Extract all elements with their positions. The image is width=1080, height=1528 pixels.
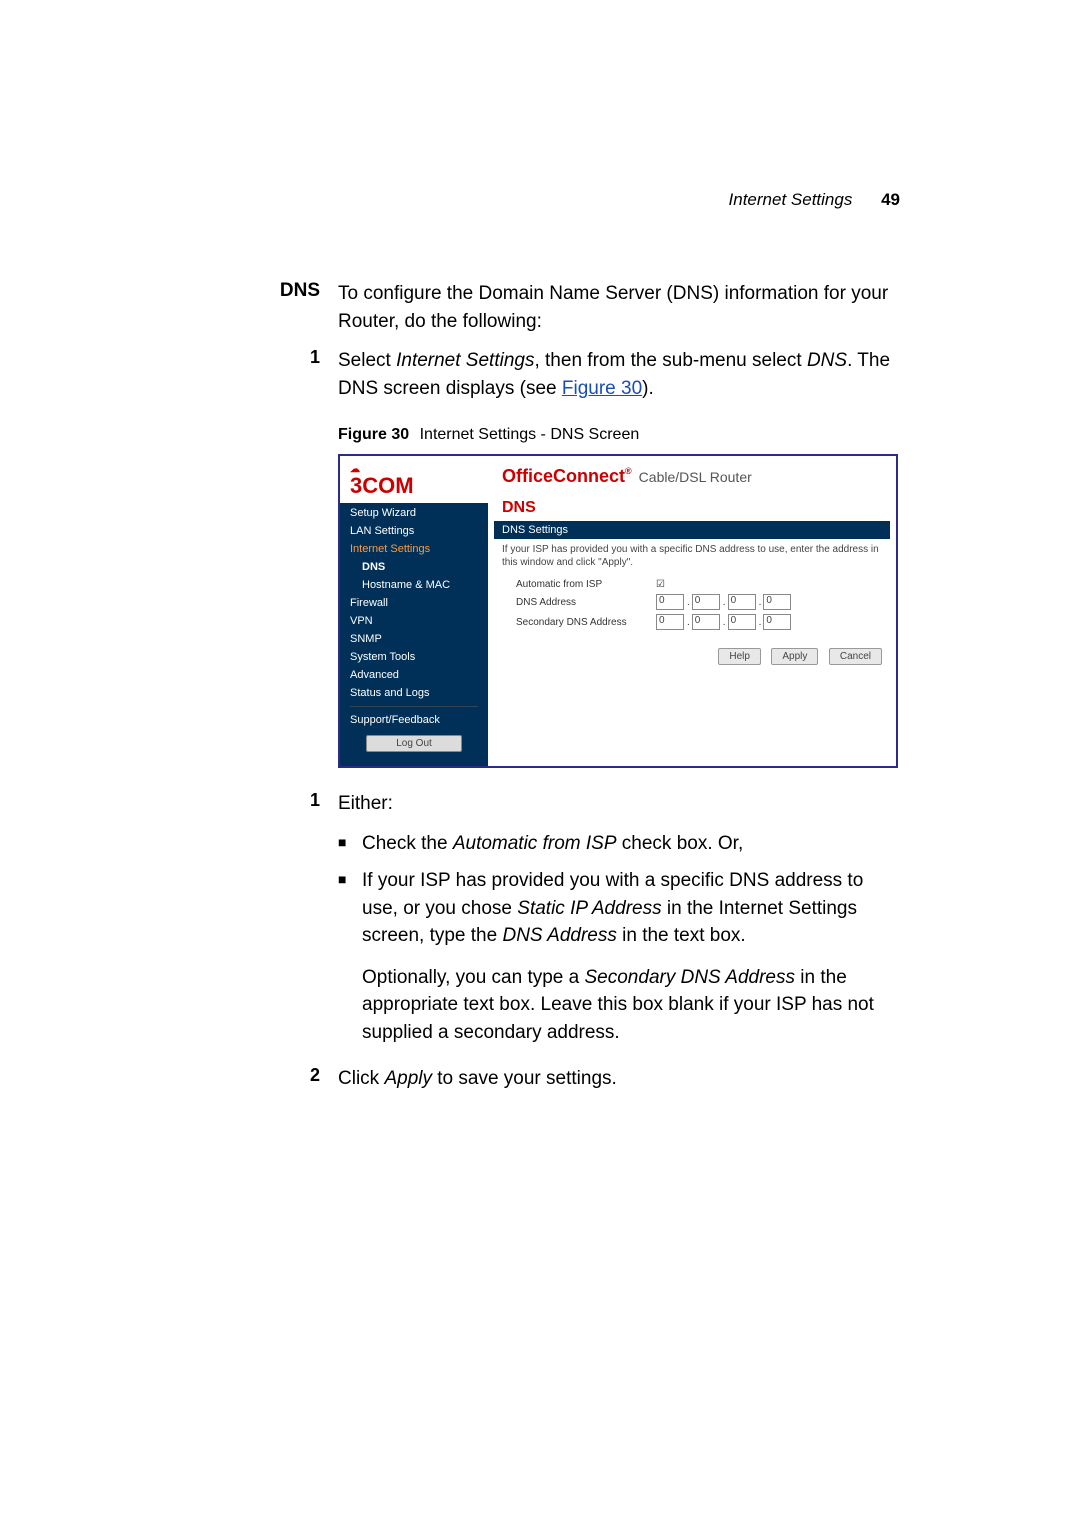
nav-firewall[interactable]: Firewall [340, 594, 488, 612]
dns-screenshot: ☁ 3COM Setup Wizard LAN Settings Interne… [338, 454, 898, 768]
nav-status-logs[interactable]: Status and Logs [340, 684, 488, 702]
dns-octet-1[interactable]: 0 [656, 594, 684, 610]
bullet-icon: ■ [338, 867, 362, 1046]
sdns-octet-2[interactable]: 0 [692, 614, 720, 630]
step-number-1: 1 [260, 347, 320, 402]
bullet-static-ip: If your ISP has provided you with a spec… [362, 867, 900, 1046]
intro-text: To configure the Domain Name Server (DNS… [320, 280, 900, 335]
step-2-text: Click Apply to save your settings. [320, 1065, 900, 1093]
nav-snmp[interactable]: SNMP [340, 630, 488, 648]
cancel-button[interactable]: Cancel [829, 648, 882, 665]
sidebar: ☁ 3COM Setup Wizard LAN Settings Interne… [340, 456, 488, 766]
label-dns-address: DNS Address [516, 597, 656, 608]
nav-system-tools[interactable]: System Tools [340, 648, 488, 666]
nav-setup-wizard[interactable]: Setup Wizard [340, 504, 488, 522]
label-auto-isp: Automatic from ISP [516, 579, 656, 590]
nav-divider [350, 706, 478, 707]
nav-advanced[interactable]: Advanced [340, 666, 488, 684]
section-label-dns: DNS [260, 280, 320, 335]
dns-description: If your ISP has provided you with a spec… [488, 543, 896, 577]
header-title: Internet Settings [729, 190, 853, 209]
nav-internet-settings[interactable]: Internet Settings [340, 540, 488, 558]
nav-support-feedback[interactable]: Support/Feedback [340, 711, 488, 729]
step-number-either: 1 [260, 790, 320, 818]
field-dns-address: DNS Address 0. 0. 0. 0 [488, 592, 896, 612]
header-page-number: 49 [881, 190, 900, 209]
nav-dns[interactable]: DNS [340, 558, 488, 576]
label-secondary-dns: Secondary DNS Address [516, 617, 656, 628]
step-number-2: 2 [260, 1065, 320, 1093]
page-heading-dns: DNS [488, 499, 896, 521]
page-header: Internet Settings 49 [260, 190, 900, 210]
either-text: Either: [320, 790, 900, 818]
sdns-octet-3[interactable]: 0 [728, 614, 756, 630]
nav-vpn[interactable]: VPN [340, 612, 488, 630]
nav-lan-settings[interactable]: LAN Settings [340, 522, 488, 540]
button-row: Help Apply Cancel [488, 632, 896, 675]
logo-3com: ☁ 3COM [340, 456, 488, 504]
nav-hostname-mac[interactable]: Hostname & MAC [340, 576, 488, 594]
main-panel: OfficeConnect® Cable/DSL Router DNS DNS … [488, 456, 896, 766]
step-1-text: Select Internet Settings, then from the … [320, 347, 900, 402]
sdns-octet-4[interactable]: 0 [763, 614, 791, 630]
dns-octet-2[interactable]: 0 [692, 594, 720, 610]
section-bar-dns-settings: DNS Settings [494, 521, 890, 539]
logout-button[interactable]: Log Out [366, 735, 462, 752]
brand-header: OfficeConnect® Cable/DSL Router [488, 456, 896, 499]
dns-octet-3[interactable]: 0 [728, 594, 756, 610]
sdns-octet-1[interactable]: 0 [656, 614, 684, 630]
dns-octet-4[interactable]: 0 [763, 594, 791, 610]
checkbox-auto-isp[interactable]: ☑ [656, 579, 665, 590]
figure-caption: Figure 30 Internet Settings - DNS Screen [338, 426, 900, 444]
apply-button[interactable]: Apply [771, 648, 818, 665]
bullet-auto-isp: Check the Automatic from ISP check box. … [362, 830, 900, 858]
bullet-icon: ■ [338, 830, 362, 858]
figure-link[interactable]: Figure 30 [562, 378, 642, 399]
field-secondary-dns: Secondary DNS Address 0. 0. 0. 0 [488, 612, 896, 632]
help-button[interactable]: Help [718, 648, 761, 665]
field-auto-isp: Automatic from ISP ☑ [488, 577, 896, 592]
